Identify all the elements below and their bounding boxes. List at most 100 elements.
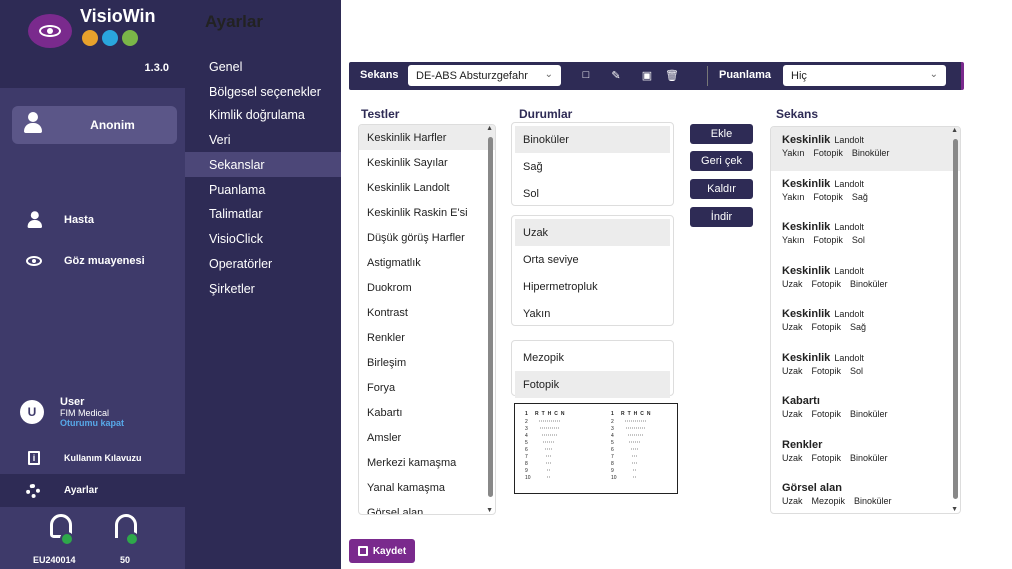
- param: Binoküler: [850, 409, 888, 419]
- scrollbar[interactable]: [953, 139, 958, 499]
- settings-item[interactable]: Ayarlar: [0, 474, 185, 507]
- scroll-up-icon[interactable]: ▲: [951, 127, 958, 134]
- device-headset-icon[interactable]: [40, 512, 80, 552]
- condition-item[interactable]: Sağ: [515, 153, 670, 180]
- move-up-button[interactable]: Geri çek: [690, 151, 753, 171]
- condition-item[interactable]: Uzak: [515, 219, 670, 246]
- sequence-item-mod: Landolt: [834, 265, 864, 276]
- svg-text:2: 2: [611, 419, 614, 425]
- remove-button[interactable]: Kaldır: [690, 179, 753, 199]
- duplicate-icon[interactable]: ▣: [640, 68, 654, 82]
- svg-text:6: 6: [611, 447, 614, 453]
- menu-item-scoring[interactable]: Puanlama: [185, 177, 341, 202]
- sequence-item-mod: Landolt: [834, 178, 864, 189]
- menu-item-data[interactable]: Veri: [185, 127, 341, 152]
- condition-item[interactable]: Fotopik: [515, 371, 670, 398]
- list-item[interactable]: Merkezi kamaşma: [359, 450, 495, 475]
- menu-item-authentication[interactable]: Kimlik doğrulama: [185, 102, 341, 127]
- svg-text:10: 10: [611, 475, 617, 481]
- visual-acuity-chart: 1 RTHCN 1 RTHCN 2345 678910 2345 678910: [525, 411, 651, 481]
- profile-selector[interactable]: Anonim: [12, 106, 177, 144]
- menu-item-companies[interactable]: Şirketler: [185, 276, 341, 301]
- app-version: 1.3.0: [144, 62, 169, 74]
- menu-item-regional[interactable]: Bölgesel seçenekler: [185, 79, 341, 104]
- sequence-item[interactable]: Renkler Uzak Fotopik Binoküler: [771, 432, 960, 476]
- condition-item[interactable]: Hipermetropluk: [515, 273, 670, 300]
- param: Fotopik: [811, 322, 842, 332]
- list-item[interactable]: Astigmatlık: [359, 250, 495, 275]
- sequence-item[interactable]: Keskinlik Landolt Yakın Fotopik Binoküler: [771, 127, 960, 171]
- param: Binoküler: [851, 148, 890, 158]
- condition-item[interactable]: Orta seviye: [515, 246, 670, 273]
- sequence-item-title: Kabartı: [782, 395, 820, 407]
- edit-icon[interactable]: ✎: [609, 68, 623, 82]
- user-guide-item[interactable]: i Kullanım Kılavuzu: [0, 444, 185, 472]
- list-item[interactable]: Birleşim: [359, 350, 495, 375]
- list-item[interactable]: Forya: [359, 375, 495, 400]
- sequence-item-title: Keskinlik: [782, 308, 831, 320]
- menu-item-sequences[interactable]: Sekanslar: [185, 152, 341, 177]
- logout-link[interactable]: Oturumu kapat: [60, 418, 124, 428]
- sequence-item[interactable]: Keskinlik Landolt Uzak Fotopik Sağ: [771, 301, 960, 345]
- param: Fotopik: [811, 452, 842, 463]
- logo-dots: [82, 30, 138, 46]
- sequence-select[interactable]: DE-ABS Absturzgefahr ⌄: [408, 65, 561, 86]
- svg-text:3: 3: [525, 426, 528, 432]
- sequence-item-title: Renkler: [782, 438, 823, 451]
- sequence-item[interactable]: Kabartı Uzak Fotopik Binoküler: [771, 388, 960, 432]
- list-item[interactable]: Amsler: [359, 425, 495, 450]
- tests-list[interactable]: Keskinlik Harfler Keskinlik Sayılar Kesk…: [358, 124, 496, 515]
- list-item[interactable]: Renkler: [359, 325, 495, 350]
- condition-item[interactable]: Mezopik: [515, 344, 670, 371]
- list-item[interactable]: Keskinlik Harfler: [359, 125, 495, 150]
- save-button[interactable]: Kaydet: [349, 539, 415, 563]
- profile-name: Anonim: [90, 118, 135, 132]
- sequence-item[interactable]: Keskinlik Landolt Yakın Fotopik Sol: [771, 214, 960, 258]
- param: Yakın: [782, 148, 805, 158]
- menu-item-visioclick[interactable]: VisioClick: [185, 226, 341, 251]
- scrollbar[interactable]: [488, 137, 493, 497]
- list-item[interactable]: Görsel alan: [359, 500, 495, 515]
- menu-item-general[interactable]: Genel: [185, 54, 341, 79]
- delete-icon[interactable]: 🗑: [665, 68, 679, 82]
- headphones-icon[interactable]: [105, 512, 145, 552]
- new-file-icon[interactable]: □: [579, 68, 593, 82]
- nav-item-patient[interactable]: Hasta: [0, 205, 185, 235]
- condition-item[interactable]: Sol: [515, 180, 670, 207]
- page-title: Ayarlar: [205, 12, 263, 31]
- menu-item-operators[interactable]: Operatörler: [185, 251, 341, 276]
- nav-item-eye-exam[interactable]: Göz muayenesi: [0, 246, 185, 276]
- settings-label: Ayarlar: [64, 485, 99, 496]
- list-item[interactable]: Kontrast: [359, 300, 495, 325]
- list-item[interactable]: Keskinlik Landolt: [359, 175, 495, 200]
- sequence-item-mod: Landolt: [834, 222, 864, 232]
- menu-item-instructions[interactable]: Talimatlar: [185, 201, 341, 226]
- sequence-item-mod: Landolt: [834, 309, 864, 319]
- param: Uzak: [782, 409, 803, 419]
- list-item[interactable]: Düşük görüş Harfler: [359, 225, 495, 250]
- lighting-conditions-box: Mezopik Fotopik: [511, 340, 674, 398]
- sequence-list[interactable]: Keskinlik Landolt Yakın Fotopik Binoküler K…: [770, 126, 961, 514]
- condition-item[interactable]: Yakın: [515, 300, 670, 327]
- list-item[interactable]: Kabartı: [359, 400, 495, 425]
- sequence-item[interactable]: Keskinlik Landolt Yakın Fotopik Sağ: [771, 171, 960, 215]
- scroll-down-icon[interactable]: ▼: [951, 506, 958, 513]
- list-item[interactable]: Yanal kamaşma: [359, 475, 495, 500]
- scoring-select[interactable]: Hiç ⌄: [783, 65, 946, 86]
- list-item[interactable]: Keskinlik Sayılar: [359, 150, 495, 175]
- list-item[interactable]: Keskinlik Raskin E'si: [359, 200, 495, 225]
- sequence-item[interactable]: Keskinlik Landolt Uzak Fotopik Binoküler: [771, 258, 960, 302]
- save-icon: [357, 546, 368, 556]
- sequence-item[interactable]: Keskinlik Landolt Uzak Fotopik Sol: [771, 345, 960, 389]
- add-button[interactable]: Ekle: [690, 124, 753, 144]
- scroll-down-icon[interactable]: ▼: [486, 507, 493, 514]
- condition-item[interactable]: Binoküler: [515, 126, 670, 153]
- scoring-value: Hiç: [791, 69, 807, 82]
- svg-text:9: 9: [611, 468, 614, 474]
- move-down-button[interactable]: İndir: [690, 207, 753, 227]
- scroll-up-icon[interactable]: ▲: [486, 125, 493, 132]
- sequence-item[interactable]: Görsel alan Uzak Mezopik Binoküler: [771, 475, 960, 513]
- param: Sağ: [850, 322, 867, 332]
- toolbar-divider: [707, 66, 708, 86]
- list-item[interactable]: Duokrom: [359, 275, 495, 300]
